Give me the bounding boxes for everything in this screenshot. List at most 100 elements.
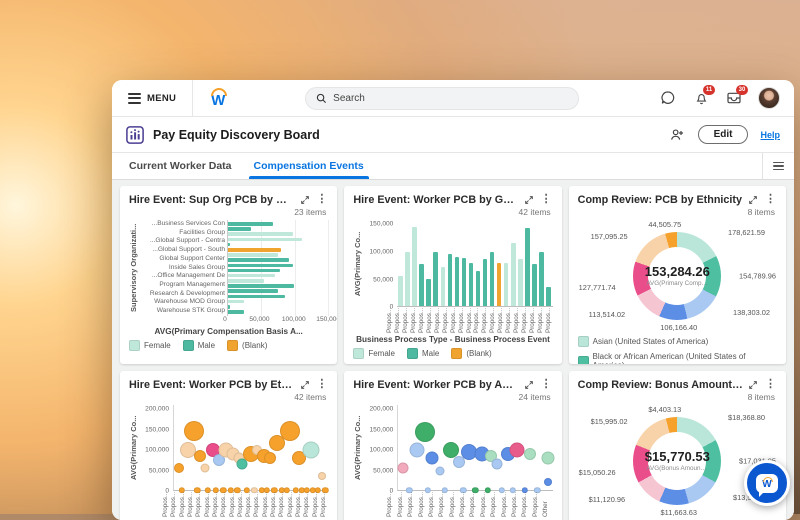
bubble[interactable] [318, 472, 326, 480]
bubble[interactable] [200, 463, 209, 472]
bar[interactable] [228, 253, 278, 257]
profile-avatar[interactable] [758, 87, 780, 109]
bar[interactable] [462, 258, 466, 306]
kebab-menu-icon[interactable]: ⋮ [764, 193, 777, 206]
bar[interactable] [228, 258, 289, 262]
workday-logo[interactable]: W [211, 88, 225, 108]
bar[interactable] [228, 238, 302, 242]
bubble[interactable] [303, 441, 320, 458]
bar[interactable] [469, 263, 473, 306]
bar[interactable] [433, 252, 437, 306]
x-axis-title: AVG(Primary Compensation Basis A... [129, 327, 328, 336]
bubble[interactable] [510, 442, 525, 457]
edit-button[interactable]: Edit [698, 125, 749, 144]
bubble[interactable] [492, 458, 503, 469]
bar[interactable] [511, 243, 515, 306]
bar[interactable] [476, 271, 480, 306]
bubble[interactable] [280, 421, 300, 441]
bar[interactable] [228, 269, 280, 273]
bar[interactable] [518, 259, 522, 306]
bar[interactable] [228, 300, 244, 304]
bar[interactable] [228, 295, 285, 299]
menu-button[interactable]: MENU [112, 80, 192, 116]
bar[interactable] [228, 227, 251, 231]
segment-value-label: 138,303.02 [733, 308, 770, 317]
bar[interactable] [546, 287, 550, 306]
share-user-icon[interactable] [668, 126, 686, 144]
bar[interactable] [532, 264, 536, 306]
bar[interactable] [228, 289, 278, 293]
bar[interactable] [483, 259, 487, 306]
bubble[interactable] [397, 462, 408, 473]
legend-item[interactable]: Asian (United States of America) [578, 336, 709, 347]
donut-ring[interactable] [633, 232, 721, 320]
bar[interactable] [228, 274, 275, 278]
bubble[interactable] [426, 452, 439, 465]
bubble[interactable] [415, 422, 435, 442]
bar[interactable] [490, 252, 494, 306]
bar[interactable] [228, 305, 230, 309]
tab-compensation-events[interactable]: Compensation Events [243, 153, 375, 179]
bar[interactable] [504, 263, 508, 307]
kebab-menu-icon[interactable]: ⋮ [540, 193, 553, 206]
bubble[interactable] [453, 456, 465, 468]
legend-item[interactable]: (Blank) [227, 340, 267, 351]
tab-current-worker-data[interactable]: Current Worker Data [118, 153, 243, 179]
workday-assistant-widget[interactable]: W [744, 460, 790, 506]
bubble[interactable] [194, 450, 206, 462]
bar[interactable] [228, 279, 264, 283]
search-input[interactable]: Search [305, 87, 579, 110]
bar[interactable] [497, 263, 501, 307]
bar[interactable] [525, 228, 529, 306]
legend-item[interactable]: (Blank) [451, 348, 491, 359]
expand-icon[interactable] [523, 378, 536, 391]
legend-item[interactable]: Black or African American (United States… [578, 352, 777, 364]
bubble[interactable] [184, 421, 204, 441]
bar[interactable] [539, 252, 543, 306]
view-list-icon[interactable] [762, 153, 794, 179]
bar[interactable] [405, 252, 409, 306]
bar[interactable] [412, 227, 416, 306]
legend-item[interactable]: Male [183, 340, 215, 351]
bar[interactable] [455, 257, 459, 307]
legend-item[interactable]: Male [407, 348, 439, 359]
bar[interactable] [228, 310, 244, 314]
bubble[interactable] [409, 442, 424, 457]
expand-icon[interactable] [747, 193, 760, 206]
kebab-menu-icon[interactable]: ⋮ [540, 378, 553, 391]
legend-item[interactable]: Female [353, 348, 395, 359]
bar[interactable] [398, 276, 402, 306]
expand-icon[interactable] [523, 193, 536, 206]
bubble[interactable] [542, 452, 555, 465]
bubble[interactable] [435, 466, 444, 475]
bar[interactable] [228, 264, 293, 268]
inbox-icon[interactable]: 30 [725, 89, 743, 107]
y-tick-label: 200,000 [145, 406, 169, 413]
expand-icon[interactable] [298, 193, 311, 206]
donut-ring[interactable] [633, 417, 721, 505]
bar[interactable] [228, 222, 273, 226]
bar[interactable] [419, 264, 423, 306]
bubble[interactable] [174, 463, 184, 473]
legend-item[interactable]: Female [129, 340, 171, 351]
notifications-bell-icon[interactable]: 11 [692, 89, 710, 107]
expand-icon[interactable] [298, 378, 311, 391]
bubble[interactable] [264, 452, 276, 464]
category-label: Research & Development [141, 290, 225, 299]
expand-icon[interactable] [747, 378, 760, 391]
bubble[interactable] [544, 478, 552, 486]
bar[interactable] [441, 267, 445, 306]
kebab-menu-icon[interactable]: ⋮ [315, 193, 328, 206]
kebab-menu-icon[interactable]: ⋮ [315, 378, 328, 391]
chat-icon[interactable] [659, 89, 677, 107]
bar[interactable] [228, 284, 294, 288]
bubble[interactable] [524, 448, 536, 460]
x-tick-label: Propos... [394, 307, 402, 333]
bar[interactable] [228, 243, 230, 247]
bar[interactable] [228, 232, 293, 236]
bar[interactable] [228, 248, 281, 252]
kebab-menu-icon[interactable]: ⋮ [764, 378, 777, 391]
bar[interactable] [426, 279, 430, 306]
bar[interactable] [448, 254, 452, 306]
help-link[interactable]: Help [760, 130, 780, 140]
